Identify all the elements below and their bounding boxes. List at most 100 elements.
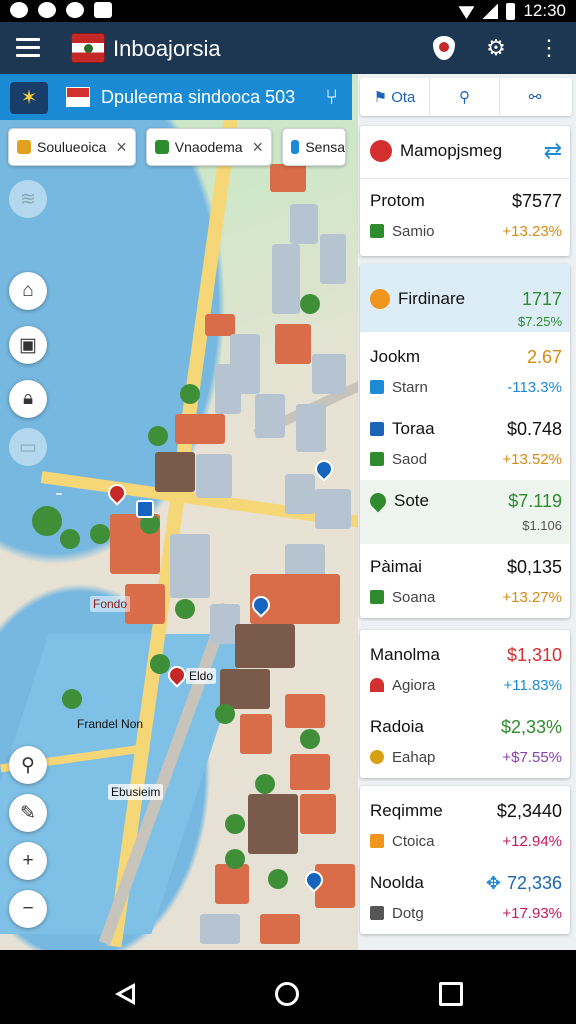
building	[285, 694, 325, 728]
list-item: Firdinare 1717	[370, 288, 562, 310]
card-title: Mamopjsmeg	[400, 141, 503, 160]
back-icon[interactable]	[115, 983, 135, 1005]
building	[300, 794, 336, 834]
filter-chip[interactable]: Vnaodema ×	[145, 128, 273, 166]
tree	[255, 774, 275, 794]
building	[272, 244, 300, 314]
pin-icon: ⚲	[21, 754, 35, 776]
item-sub: Samio	[392, 222, 435, 240]
item-sub: Starn	[392, 378, 428, 396]
building	[215, 864, 249, 904]
item-value: $1,310	[506, 644, 562, 665]
building	[235, 624, 295, 668]
zoom-button[interactable]: ⚯	[500, 78, 570, 116]
settings-button[interactable]: ⚙	[482, 34, 510, 62]
item-change: +11.83%	[503, 676, 562, 694]
list-item-sub: Soana +13.27%	[370, 586, 562, 608]
shield-icon	[433, 36, 455, 60]
puzzle-icon: ✥	[485, 872, 501, 893]
home-circle-icon[interactable]	[275, 982, 299, 1006]
magnifier-icon: ⚯	[528, 89, 542, 106]
bar-icon	[370, 422, 384, 436]
plus-icon: +	[22, 850, 34, 871]
building	[215, 364, 241, 414]
filter-chip[interactable]: Sensa	[282, 128, 347, 166]
list-item: Sote $7.119	[366, 489, 562, 513]
building	[320, 234, 346, 284]
tag-icon: ⚑	[373, 89, 392, 106]
item-value: $0,135	[506, 556, 562, 577]
close-icon[interactable]: ×	[116, 137, 127, 158]
building	[270, 164, 306, 192]
list-item-sub: Ctoica +12.94%	[370, 830, 562, 852]
edit-button[interactable]: ✎	[9, 794, 47, 832]
search-bar[interactable]: ✶ Dpuleema sindooca 503 ⑂	[0, 74, 352, 120]
recents-icon[interactable]	[439, 982, 463, 1006]
close-icon[interactable]: ×	[253, 137, 264, 158]
building	[220, 669, 270, 709]
item-name: Toraa	[392, 419, 435, 438]
home-button[interactable]: ⌂	[9, 272, 47, 310]
item-name: Radoia	[370, 717, 424, 736]
layers-button[interactable]: ≋	[9, 180, 47, 218]
building	[170, 534, 210, 598]
compass-icon[interactable]: ✶	[10, 82, 48, 114]
stats-icon	[370, 380, 384, 394]
clock: 12:30	[523, 1, 566, 20]
category-icon	[154, 140, 169, 154]
search-text[interactable]: Dpuleema sindooca 503	[101, 87, 295, 108]
summary-card[interactable]: Mamopjsmeg ⇄ Protom $7577 Samio +13.23%	[360, 126, 570, 256]
flag-icon	[71, 33, 105, 63]
lock-button[interactable]: 🔒︎	[9, 380, 47, 418]
building	[312, 354, 346, 394]
tree	[215, 704, 235, 724]
item-name: Reqimme	[370, 801, 443, 820]
menu-icon[interactable]	[16, 38, 40, 58]
zoom-out-button[interactable]: −	[9, 890, 47, 928]
list-item-sub: Eahap +$7.55%	[370, 746, 562, 768]
search-button[interactable]: ⚲	[430, 78, 500, 116]
item-name: Pàimai	[370, 557, 422, 576]
item-change: -113.3%	[507, 378, 562, 396]
list-card[interactable]: Firdinare 1717 $7.25% Jookm 2.67 Starn -…	[360, 264, 570, 618]
map-view[interactable]: Eldo Fondo Frandel Non Ebusieim	[0, 74, 358, 950]
chip-label: Soulueoica	[37, 139, 107, 155]
tree	[175, 599, 195, 619]
link-icon[interactable]: ⇄	[544, 138, 562, 164]
search-icon: ⚲	[459, 89, 470, 106]
fork-icon[interactable]: ⑂	[325, 86, 338, 110]
building	[285, 474, 315, 514]
tree	[225, 814, 245, 834]
item-sub: Dotg	[392, 904, 424, 922]
tree	[180, 384, 200, 404]
coin-icon	[370, 750, 384, 764]
building	[196, 454, 232, 498]
filter-chip[interactable]: Soulueoica ×	[8, 128, 136, 166]
comment-button[interactable]: ▭	[9, 428, 47, 466]
filter-button[interactable]: ⚑ Ota	[360, 78, 430, 116]
place-label	[56, 493, 62, 495]
place-label: Ebusieim	[108, 784, 164, 800]
heart-icon	[370, 678, 384, 692]
zoom-in-button[interactable]: +	[9, 842, 47, 880]
status-bar: 12:30	[0, 0, 576, 22]
item-change: +13.23%	[502, 222, 562, 240]
list-card[interactable]: Manolma $1,310 Agiora +11.83% Radoia $2,…	[360, 630, 570, 778]
image-button[interactable]: ▣	[9, 326, 47, 364]
pin-button[interactable]: ⚲	[9, 746, 47, 784]
list-item: Manolma $1,310	[370, 644, 562, 666]
item-sub: Ctoica	[392, 832, 435, 850]
list-item: Jookm 2.67	[370, 346, 562, 368]
shield-button[interactable]	[430, 34, 458, 62]
overflow-menu-button[interactable]: ⋮	[535, 34, 563, 62]
chart-icon	[370, 452, 384, 466]
minus-icon: −	[22, 898, 34, 919]
list-item: Radoia $2,33%	[370, 716, 562, 738]
list-item-sub: $7.25%	[370, 310, 562, 332]
notification-icon	[66, 2, 84, 18]
item-sub: Agiora	[392, 676, 436, 694]
map-pin-icon[interactable]	[136, 500, 154, 518]
list-card[interactable]: Reqimme $2,3440 Ctoica +12.94% Noolda ✥ …	[360, 786, 570, 934]
item-name: Noolda	[370, 873, 424, 892]
map-pin-icon[interactable]	[311, 456, 337, 482]
